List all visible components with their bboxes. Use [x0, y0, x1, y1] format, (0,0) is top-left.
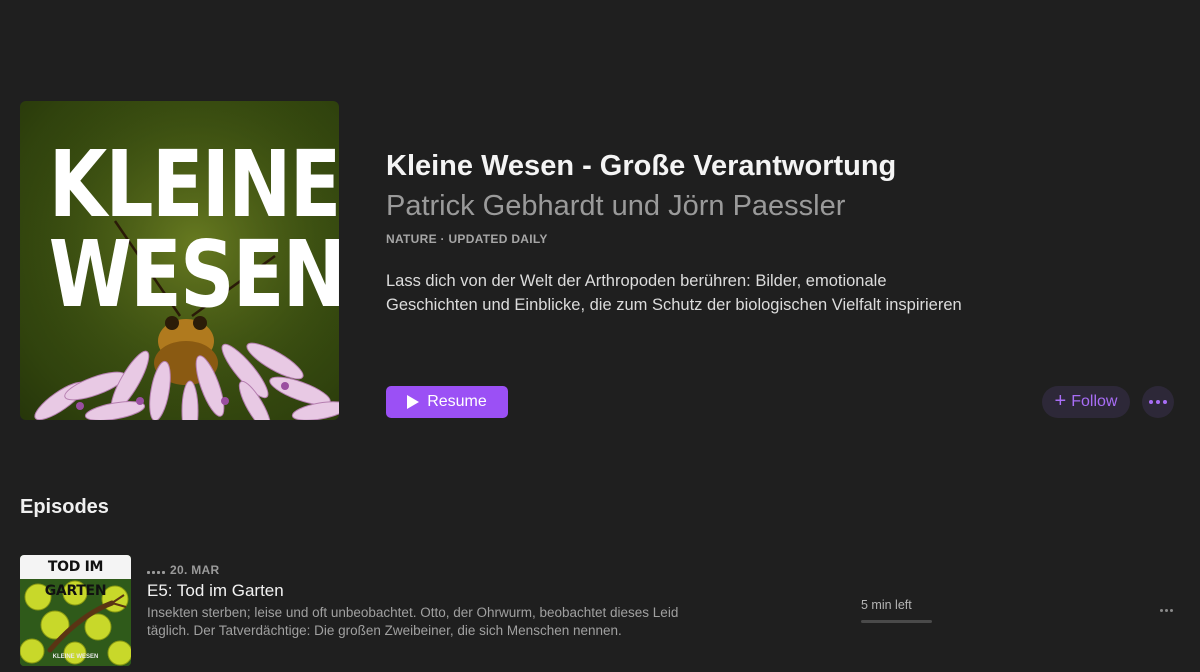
episode-artwork[interactable]: TOD IM GARTEN KLEINE WESEN: [20, 555, 131, 666]
resume-button[interactable]: Resume: [386, 386, 508, 418]
episode-artwork-label: TOD IM GARTEN: [20, 555, 131, 599]
plus-icon: +: [1054, 390, 1067, 412]
episode-title[interactable]: E5: Tod im Garten: [147, 581, 284, 601]
ellipsis-icon: [1149, 400, 1153, 404]
episode-more-button[interactable]: [1157, 603, 1175, 617]
episode-date-row: 20. MAR: [147, 563, 219, 577]
episode-time-left: 5 min left: [861, 598, 912, 612]
podcast-page: KLEINE WESEN Kleine Wesen - Große Verant…: [0, 0, 1200, 672]
podcast-title: Kleine Wesen - Große Verantwortung: [386, 150, 897, 182]
episode-progress-bar: [861, 620, 932, 623]
episodes-heading: Episodes: [20, 496, 109, 518]
follow-button[interactable]: + Follow: [1042, 386, 1130, 418]
episode-date: 20. MAR: [170, 563, 220, 577]
podcast-author[interactable]: Patrick Gebhardt und Jörn Paessler: [386, 190, 845, 223]
artwork-title-line1: KLEINE: [48, 131, 339, 238]
episode-artwork-footer: KLEINE WESEN: [52, 654, 99, 660]
ellipsis-icon: [1159, 608, 1163, 612]
episode-description: Insekten sterben; leise und oft unbeobac…: [147, 605, 679, 638]
artwork-title-line2: WESEN: [48, 221, 339, 328]
episode-status-icon: [147, 564, 165, 576]
podcast-meta: NATURE · UPDATED DAILY: [386, 232, 548, 246]
podcast-artwork: KLEINE WESEN: [20, 101, 339, 420]
resume-label: Resume: [427, 393, 487, 410]
play-icon: [407, 395, 420, 409]
follow-label: Follow: [1071, 393, 1118, 410]
podcast-description: Lass dich von der Welt der Arthropoden b…: [386, 272, 962, 314]
more-options-button[interactable]: [1142, 386, 1174, 418]
